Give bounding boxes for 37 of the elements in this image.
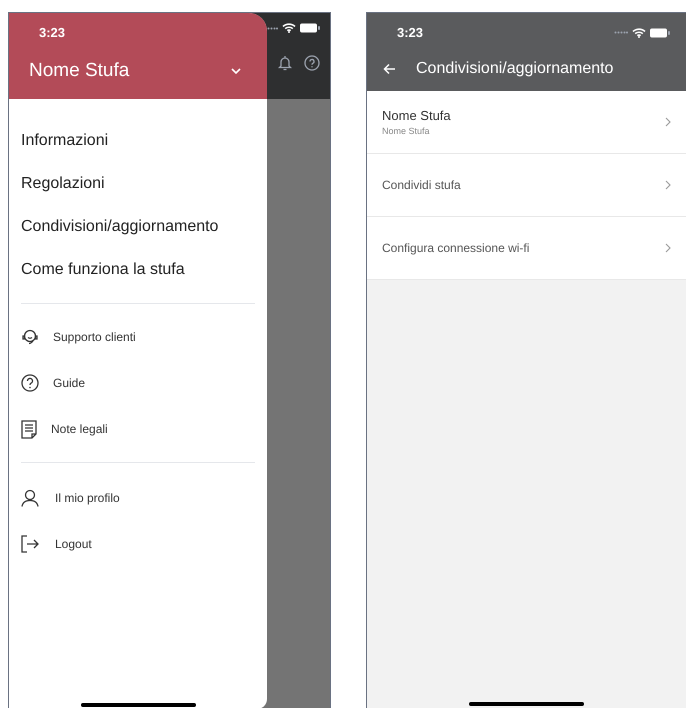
headset-icon (21, 328, 39, 346)
battery-icon (650, 28, 670, 38)
status-time: 3:23 (38, 24, 66, 42)
chevron-right-icon (665, 117, 671, 127)
chevron-right-icon (665, 180, 671, 190)
settings-row[interactable]: Nome Stufa Nome Stufa (367, 91, 686, 154)
settings-row[interactable]: Condividi stufa (367, 154, 686, 217)
drawer-title: Nome Stufa (29, 58, 130, 82)
document-icon (21, 420, 37, 438)
menu-item[interactable]: Logout (21, 521, 255, 567)
help-icon (21, 374, 39, 392)
menu-item[interactable]: Regolazioni (21, 162, 255, 205)
row-title: Nome Stufa (382, 106, 451, 124)
signal-dots-icon (614, 31, 628, 34)
screen-title: Condivisioni/aggiornamento (416, 58, 614, 78)
wifi-icon (282, 23, 296, 33)
help-icon[interactable] (304, 55, 320, 71)
row-title: Configura connessione wi-fi (382, 240, 530, 257)
menu-item[interactable]: Il mio profilo (21, 475, 255, 521)
row-subtitle: Nome Stufa (382, 125, 431, 138)
menu-item[interactable]: Informazioni (21, 119, 255, 162)
status-time: 3:23 (397, 24, 424, 42)
menu-item[interactable]: Guide (21, 360, 255, 406)
battery-icon (300, 23, 320, 33)
chevron-down-icon[interactable] (231, 68, 241, 74)
logout-icon (21, 535, 39, 553)
settings-row[interactable]: Configura connessione wi-fi (367, 217, 686, 280)
wifi-icon (632, 28, 646, 38)
user-icon (21, 489, 39, 507)
menu-item[interactable]: Note legali (21, 406, 255, 452)
menu-item[interactable]: Condivisioni/aggiornamento (21, 205, 255, 248)
row-title: Condividi stufa (382, 177, 461, 194)
menu-item[interactable]: Come funziona la stufa (21, 248, 255, 291)
back-arrow-icon[interactable] (383, 62, 396, 74)
chevron-right-icon (665, 243, 671, 253)
bell-icon[interactable] (278, 55, 292, 71)
menu-item[interactable]: Supporto clienti (21, 314, 255, 360)
